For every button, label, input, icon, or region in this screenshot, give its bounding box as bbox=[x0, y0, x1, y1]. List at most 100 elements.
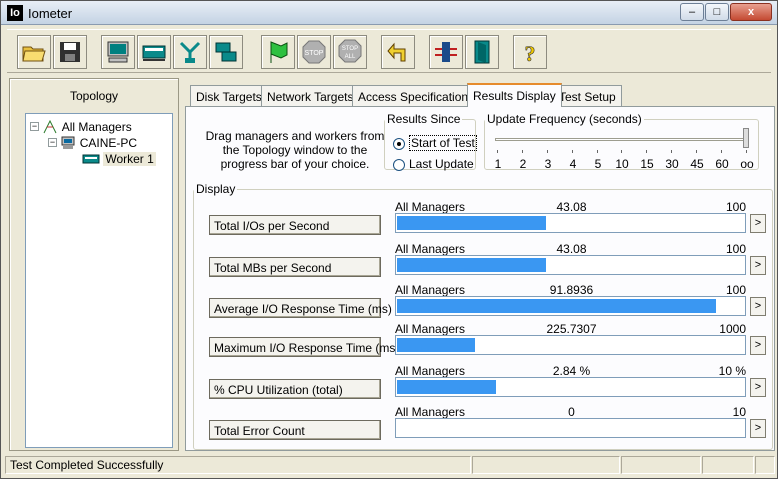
collapse-toggle[interactable]: − bbox=[48, 138, 57, 148]
topology-panel: Topology − All Managers − CAINE-PC Worke… bbox=[9, 78, 179, 451]
reset-workers-button[interactable] bbox=[381, 35, 415, 69]
metric-expand-button[interactable]: > bbox=[750, 419, 766, 438]
metric-source: All Managers bbox=[395, 283, 466, 297]
tree-node-caine-pc[interactable]: − CAINE-PC bbox=[48, 135, 137, 150]
results-display-panel: Drag managers and workers from the Topol… bbox=[185, 106, 775, 451]
metric-source: All Managers bbox=[395, 200, 466, 214]
metric-progress-bar[interactable] bbox=[395, 213, 746, 233]
help-button[interactable]: ? bbox=[513, 35, 547, 69]
metric-selector-button[interactable]: Total I/Os per Second bbox=[209, 215, 381, 235]
metric-value: 2.84 % bbox=[552, 364, 591, 378]
toolbar: STOP STOP ALL ? bbox=[7, 29, 771, 73]
metric-progress-fill bbox=[397, 299, 716, 313]
exit-icon bbox=[474, 40, 490, 64]
update-frequency-legend: Update Frequency (seconds) bbox=[487, 112, 642, 126]
metric-value: 0 bbox=[568, 405, 575, 419]
maximize-button[interactable]: □ bbox=[705, 3, 729, 21]
tree-label: All Managers bbox=[61, 119, 132, 134]
disconnect-button[interactable] bbox=[429, 35, 463, 69]
slider-tick-label: 60 bbox=[715, 157, 729, 171]
metric-progress-bar[interactable] bbox=[395, 418, 746, 438]
metric-selector-button[interactable]: % CPU Utilization (total) bbox=[209, 379, 381, 399]
metric-source: All Managers bbox=[395, 242, 466, 256]
metric-progress-fill bbox=[397, 258, 546, 272]
metric-progress-bar[interactable] bbox=[395, 335, 746, 355]
stop-all-icon: STOP ALL bbox=[338, 39, 362, 63]
tab-test-setup[interactable]: Test Setup bbox=[553, 85, 622, 106]
metric-progress-bar[interactable] bbox=[395, 255, 746, 275]
metric-selector-button[interactable]: Average I/O Response Time (ms) bbox=[209, 298, 392, 318]
metric-progress-bar[interactable] bbox=[395, 377, 746, 397]
slider-tick-mark bbox=[547, 150, 548, 153]
new-manager-button[interactable] bbox=[137, 35, 171, 69]
tab-disk-targets[interactable]: Disk Targets bbox=[190, 85, 268, 106]
start-tests-button[interactable] bbox=[261, 35, 295, 69]
metric-max: 100 bbox=[725, 200, 746, 214]
tree-node-all-managers[interactable]: − All Managers bbox=[30, 119, 132, 134]
new-network-worker-icon bbox=[179, 41, 201, 63]
slider-tick-mark bbox=[572, 150, 573, 153]
tab-network-targets[interactable]: Network Targets bbox=[261, 85, 360, 106]
reset-icon bbox=[387, 42, 406, 62]
slider-tick-mark bbox=[646, 150, 647, 153]
metric-progress-fill bbox=[397, 338, 475, 352]
status-message: Test Completed Successfully bbox=[5, 456, 471, 474]
iometer-window: Io Iometer – □ x STOP STOP ALL ? Topolog… bbox=[0, 0, 778, 479]
stop-all-button[interactable]: STOP ALL bbox=[333, 35, 367, 69]
tab-access-specifications[interactable]: Access Specifications bbox=[352, 85, 481, 106]
radio-checked-icon bbox=[393, 137, 405, 150]
metric-selector-button[interactable]: Total MBs per Second bbox=[209, 257, 381, 277]
slider-tick-label: 4 bbox=[569, 157, 577, 171]
metric-progress-bar[interactable] bbox=[395, 296, 746, 316]
close-button[interactable]: x bbox=[730, 3, 772, 21]
tree-label: CAINE-PC bbox=[79, 135, 138, 150]
svg-text:?: ? bbox=[525, 41, 536, 65]
slider-tick-label: 15 bbox=[640, 157, 654, 171]
window-title: Iometer bbox=[28, 6, 73, 21]
minimize-button[interactable]: – bbox=[680, 3, 704, 21]
metric-progress-fill bbox=[397, 380, 496, 394]
display-icon bbox=[107, 41, 129, 63]
metric-selector-button[interactable]: Maximum I/O Response Time (ms) bbox=[209, 337, 399, 357]
save-config-button[interactable] bbox=[53, 35, 87, 69]
metric-expand-button[interactable]: > bbox=[750, 297, 766, 316]
update-frequency-group: Update Frequency (seconds) 1 2 3 4 5 10 15 30 45… bbox=[484, 112, 759, 171]
metric-max: 100 bbox=[725, 242, 746, 256]
radio-last-update[interactable]: Last Update bbox=[393, 157, 474, 171]
metric-value: 91.8936 bbox=[549, 283, 594, 297]
exit-button[interactable] bbox=[465, 35, 499, 69]
tab-results-display[interactable]: Results Display bbox=[467, 83, 562, 107]
new-network-worker-button[interactable] bbox=[173, 35, 207, 69]
radio-start-of-test[interactable]: Start of Test bbox=[393, 135, 477, 151]
tree-node-worker-1[interactable]: Worker 1 bbox=[82, 151, 156, 166]
results-since-group: Results Since Start of Test Last Update bbox=[384, 112, 477, 171]
metric-max: 10 bbox=[732, 405, 746, 419]
display-button[interactable] bbox=[101, 35, 135, 69]
app-icon: Io bbox=[7, 5, 23, 21]
metric-source: All Managers bbox=[395, 405, 466, 419]
open-config-button[interactable] bbox=[17, 35, 51, 69]
metric-expand-button[interactable]: > bbox=[750, 378, 766, 397]
stop-button[interactable]: STOP bbox=[297, 35, 331, 69]
start-flag-icon bbox=[270, 41, 288, 63]
update-frequency-slider[interactable] bbox=[495, 138, 747, 141]
metric-expand-button[interactable]: > bbox=[750, 214, 766, 233]
slider-tick-mark bbox=[721, 150, 722, 153]
all-managers-icon bbox=[42, 119, 58, 134]
collapse-toggle[interactable]: − bbox=[30, 122, 39, 132]
duplicate-worker-button[interactable] bbox=[209, 35, 243, 69]
slider-tick-mark bbox=[671, 150, 672, 153]
topology-title: Topology bbox=[69, 89, 119, 103]
slider-thumb[interactable] bbox=[743, 128, 749, 148]
status-bar: Test Completed Successfully bbox=[5, 456, 775, 475]
stop-icon: STOP bbox=[302, 40, 326, 64]
resize-grip[interactable] bbox=[755, 456, 775, 474]
metric-expand-button[interactable]: > bbox=[750, 336, 766, 355]
slider-tick-mark bbox=[497, 150, 498, 153]
save-icon bbox=[60, 42, 80, 62]
topology-tree: − All Managers − CAINE-PC Worker 1 bbox=[25, 113, 173, 448]
metric-expand-button[interactable]: > bbox=[750, 256, 766, 275]
display-legend: Display bbox=[196, 182, 236, 196]
metric-selector-button[interactable]: Total Error Count bbox=[209, 420, 381, 440]
slider-tick-mark bbox=[746, 150, 747, 153]
